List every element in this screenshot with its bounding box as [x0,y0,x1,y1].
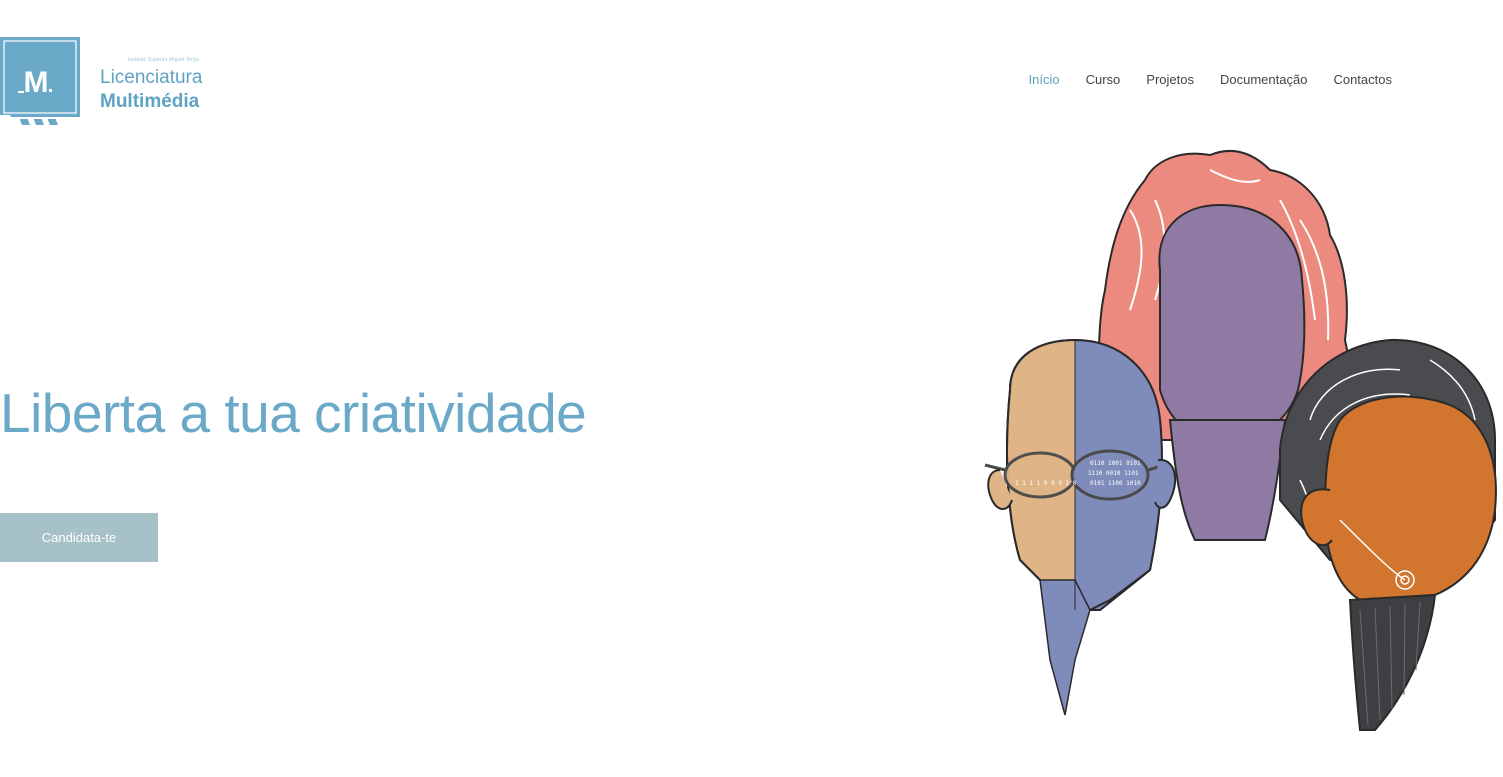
three-faces-illustration: 0110 1001 0101 1110 0010 1101 0101 1100 … [984,150,1497,731]
apply-button[interactable]: Candidata-te [0,513,158,562]
page: M Instituto Superior Miguel Torga Licenc… [0,0,1503,777]
logo-mark-letter: M [24,66,49,99]
glasses-code-1: 0110 1001 0101 [1090,460,1141,467]
glasses-code-4: 1 1 1 1 0 0 0 1 0 [1015,480,1077,487]
logo-m-icon: M [0,37,80,125]
nav-item-curso[interactable]: Curso [1086,72,1121,87]
nav-item-inicio[interactable]: Início [1029,72,1060,87]
nav-item-contactos[interactable]: Contactos [1333,72,1392,87]
face-left: 0110 1001 0101 1110 0010 1101 0101 1100 … [984,338,1177,716]
glasses-code-2: 1110 0010 1101 [1088,470,1139,477]
site-logo[interactable]: M Instituto Superior Miguel Torga Licenc… [0,37,250,125]
nav-item-documentacao[interactable]: Documentação [1220,72,1307,87]
hero-title: Liberta a tua criatividade [0,382,587,444]
logo-institution: Instituto Superior Miguel Torga [128,57,199,63]
logo-title-line2: Multimédia [100,91,200,112]
face-right [1279,338,1497,731]
nav-item-projetos[interactable]: Projetos [1146,72,1194,87]
logo-title-line1: Licenciatura [100,67,203,88]
main-nav: Início Curso Projetos Documentação Conta… [1029,72,1392,87]
glasses-code-3: 0101 1100 1010 [1090,480,1141,487]
